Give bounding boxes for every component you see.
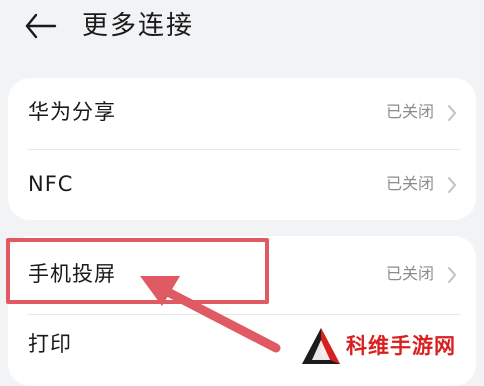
page-title: 更多连接 <box>82 11 195 41</box>
row-status: 已关闭 <box>385 264 434 283</box>
row-label: NFC <box>28 172 74 196</box>
chevron-right-icon <box>446 265 458 285</box>
row-status: 已关闭 <box>385 102 434 121</box>
chevron-right-icon <box>446 175 458 195</box>
annotation-arrow <box>136 268 286 358</box>
back-button[interactable] <box>24 11 58 41</box>
chevron-right-icon <box>446 103 458 123</box>
back-arrow-icon <box>25 13 57 39</box>
row-status: 已关闭 <box>385 174 434 193</box>
settings-row-nfc[interactable]: NFC 已关闭 <box>8 150 476 220</box>
settings-row-huawei-share[interactable]: 华为分享 已关闭 <box>8 78 476 148</box>
row-label: 华为分享 <box>28 100 116 124</box>
row-label: 打印 <box>28 332 72 356</box>
watermark-logo-icon <box>300 326 342 366</box>
settings-card-sharing: 华为分享 已关闭 NFC 已关闭 <box>8 78 476 220</box>
watermark-text: 科维手游网 <box>346 334 456 358</box>
header-bar: 更多连接 <box>0 0 484 56</box>
watermark: 科维手游网 <box>300 324 484 370</box>
